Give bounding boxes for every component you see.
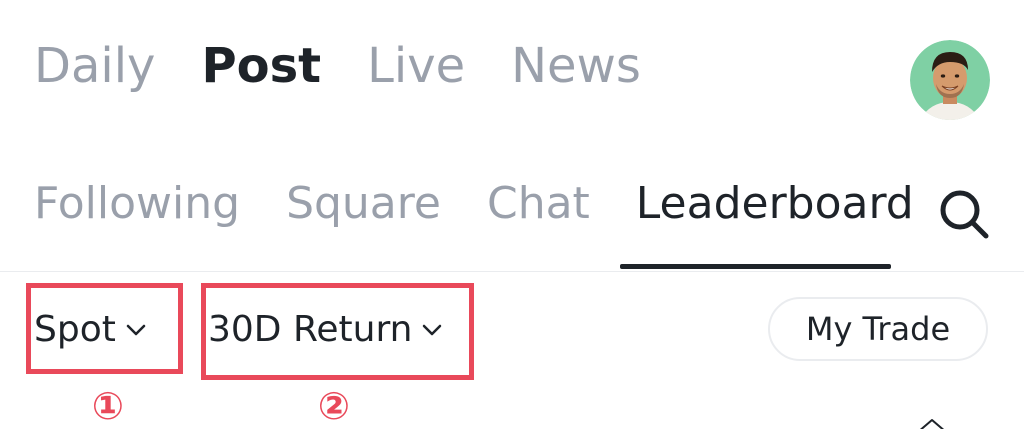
active-tab-underline (620, 264, 891, 269)
highlight-box-1 (26, 283, 183, 374)
avatar-image (910, 40, 990, 120)
top-tab-live[interactable]: Live (367, 42, 465, 90)
divider (0, 271, 1024, 272)
top-tab-bar: Daily Post Live News (34, 42, 641, 90)
search-icon[interactable] (936, 186, 992, 242)
avatar[interactable] (910, 40, 990, 120)
tab-square[interactable]: Square (286, 182, 441, 226)
tab-chat[interactable]: Chat (487, 182, 590, 226)
app-screen: Daily Post Live News Following Square Ch… (0, 0, 1024, 429)
sub-tab-bar: Following Square Chat Leaderboard (34, 182, 914, 226)
tab-leaderboard[interactable]: Leaderboard (636, 182, 914, 226)
top-tab-news[interactable]: News (511, 42, 641, 90)
top-tab-post[interactable]: Post (201, 42, 321, 90)
annotation-marker-2: ② (317, 384, 351, 428)
highlight-box-2 (201, 283, 474, 380)
top-tab-daily[interactable]: Daily (34, 42, 155, 90)
my-trade-button[interactable]: My Trade (768, 297, 988, 361)
tab-following[interactable]: Following (34, 182, 240, 226)
partial-icon (912, 414, 952, 429)
annotation-marker-1: ① (91, 384, 125, 428)
